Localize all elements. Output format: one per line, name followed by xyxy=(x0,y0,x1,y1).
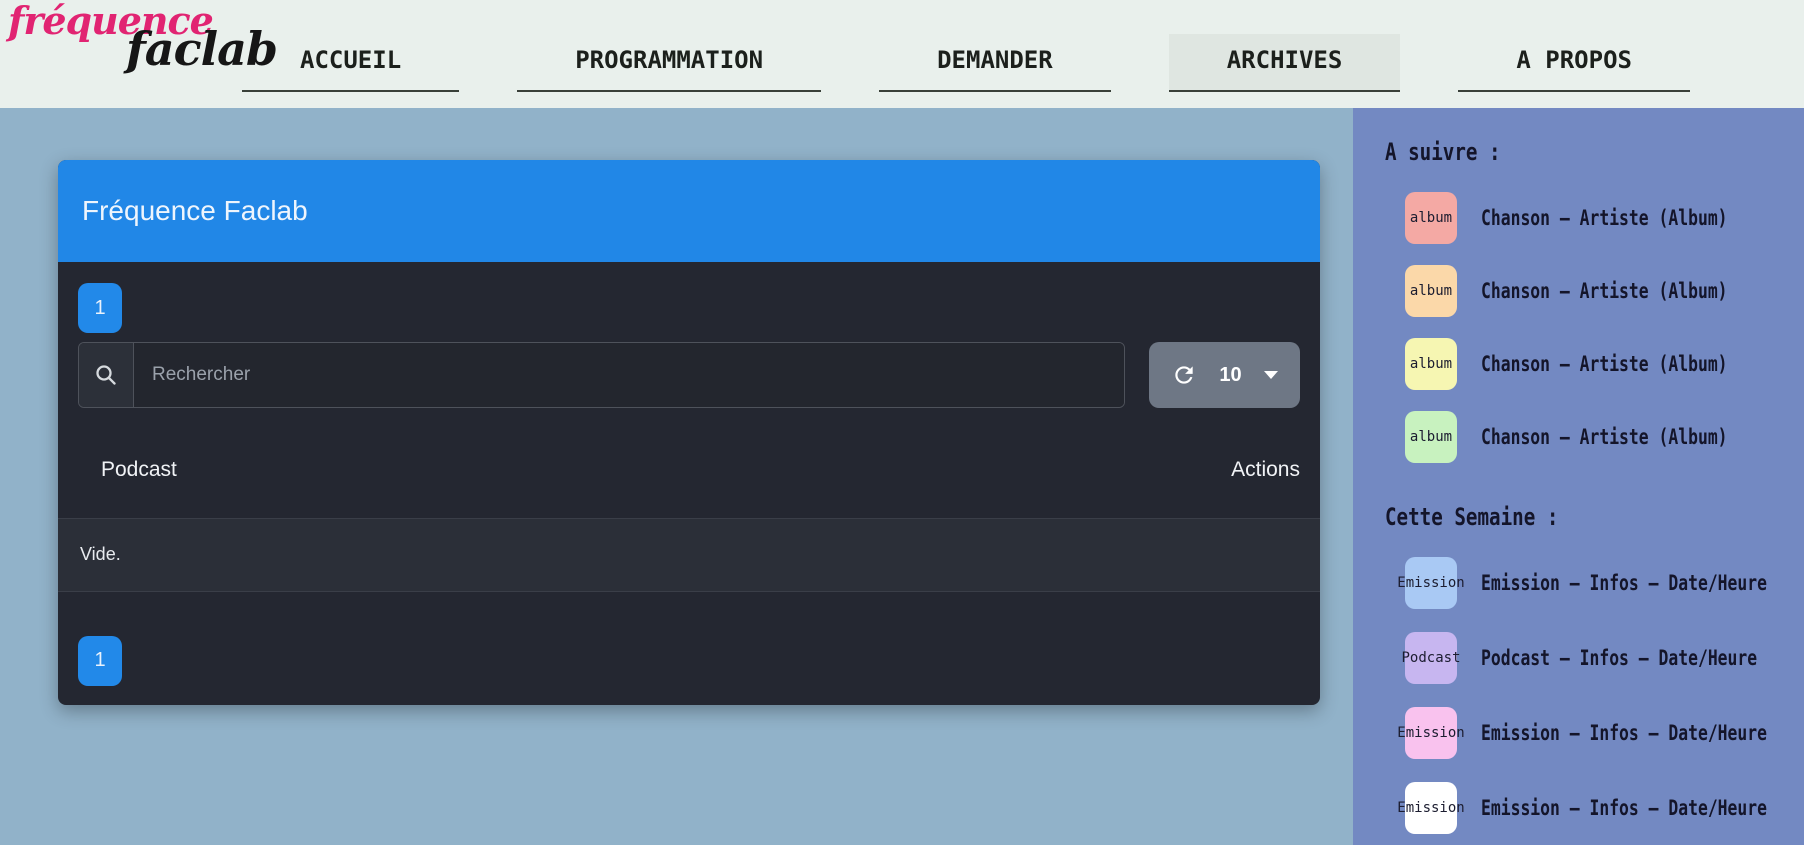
right-sidebar: A suivre : album Chanson – Artiste (Albu… xyxy=(1353,108,1804,845)
table-header-row: Podcast Actions xyxy=(58,422,1320,518)
search-row: 10 xyxy=(78,342,1300,408)
page-title: Fréquence Faclab xyxy=(82,195,308,227)
track-label: Chanson – Artiste (Album) xyxy=(1481,206,1728,230)
nav-item-demander[interactable]: DEMANDER xyxy=(879,34,1111,92)
a-suivre-heading: A suivre : xyxy=(1385,134,1720,170)
emission-label: Emission – Infos – Date/Heure xyxy=(1481,721,1767,745)
nav-item-accueil[interactable]: ACCUEIL xyxy=(242,34,459,92)
site-logo[interactable]: fréquence faclab xyxy=(8,2,277,72)
page-size-value: 10 xyxy=(1219,364,1241,387)
search-icon xyxy=(94,363,118,387)
nav-item-a-propos[interactable]: A PROPOS xyxy=(1458,34,1690,92)
search-bar xyxy=(78,342,1125,408)
album-thumbnail: album xyxy=(1405,411,1457,463)
cette-semaine-item[interactable]: Emission Emission – Infos – Date/Heure xyxy=(1385,782,1804,834)
search-input[interactable] xyxy=(134,343,1124,407)
main-nav: ACCUEIL PROGRAMMATION DEMANDER ARCHIVES … xyxy=(242,34,1690,94)
table-empty-row: Vide. xyxy=(58,518,1320,591)
a-suivre-list: album Chanson – Artiste (Album) album Ch… xyxy=(1385,192,1804,463)
emission-label: Emission – Infos – Date/Heure xyxy=(1481,796,1767,820)
track-label: Chanson – Artiste (Album) xyxy=(1481,279,1728,303)
a-suivre-item[interactable]: album Chanson – Artiste (Album) xyxy=(1385,411,1804,463)
podcast-label: Podcast – Infos – Date/Heure xyxy=(1481,646,1757,670)
main-content: Fréquence Faclab 1 xyxy=(0,108,1353,845)
chevron-down-icon xyxy=(1264,371,1278,379)
cette-semaine-heading: Cette Semaine : xyxy=(1385,499,1720,535)
pagination-page-1-bottom[interactable]: 1 xyxy=(78,636,122,686)
cette-semaine-item[interactable]: Emission Emission – Infos – Date/Heure xyxy=(1385,557,1804,609)
column-header-podcast: Podcast xyxy=(58,422,780,518)
table-empty-text: Vide. xyxy=(58,518,1320,591)
album-thumbnail: album xyxy=(1405,265,1457,317)
emission-label: Emission – Infos – Date/Heure xyxy=(1481,571,1767,595)
track-label: Chanson – Artiste (Album) xyxy=(1481,352,1728,376)
archives-card-header: Fréquence Faclab xyxy=(58,160,1320,262)
pagination-page-1-top[interactable]: 1 xyxy=(78,283,122,333)
cette-semaine-list: Emission Emission – Infos – Date/Heure P… xyxy=(1385,557,1804,834)
cette-semaine-item[interactable]: Emission Emission – Infos – Date/Heure xyxy=(1385,707,1804,759)
column-header-actions: Actions xyxy=(780,422,1320,518)
nav-item-programmation[interactable]: PROGRAMMATION xyxy=(517,34,821,92)
track-label: Chanson – Artiste (Album) xyxy=(1481,425,1728,449)
archives-card-body: 1 10 xyxy=(58,283,1320,686)
a-suivre-item[interactable]: album Chanson – Artiste (Album) xyxy=(1385,192,1804,244)
a-suivre-item[interactable]: album Chanson – Artiste (Album) xyxy=(1385,265,1804,317)
album-thumbnail: album xyxy=(1405,338,1457,390)
a-suivre-item[interactable]: album Chanson – Artiste (Album) xyxy=(1385,338,1804,390)
podcast-table: Podcast Actions Vide. xyxy=(58,422,1320,592)
podcast-table-wrap: Podcast Actions Vide. xyxy=(58,422,1320,592)
refresh-page-size-control[interactable]: 10 xyxy=(1149,342,1300,408)
archives-card: Fréquence Faclab 1 xyxy=(58,160,1320,705)
search-icon-cell xyxy=(79,343,134,407)
refresh-icon xyxy=(1171,362,1197,388)
top-header: fréquence faclab ACCUEIL PROGRAMMATION D… xyxy=(0,0,1804,108)
emission-thumbnail: Emission xyxy=(1405,707,1457,759)
cette-semaine-item[interactable]: Podcast Podcast – Infos – Date/Heure xyxy=(1385,632,1804,684)
podcast-thumbnail: Podcast xyxy=(1405,632,1457,684)
album-thumbnail: album xyxy=(1405,192,1457,244)
emission-thumbnail: Emission xyxy=(1405,557,1457,609)
emission-thumbnail: Emission xyxy=(1405,782,1457,834)
nav-item-archives[interactable]: ARCHIVES xyxy=(1169,34,1401,92)
